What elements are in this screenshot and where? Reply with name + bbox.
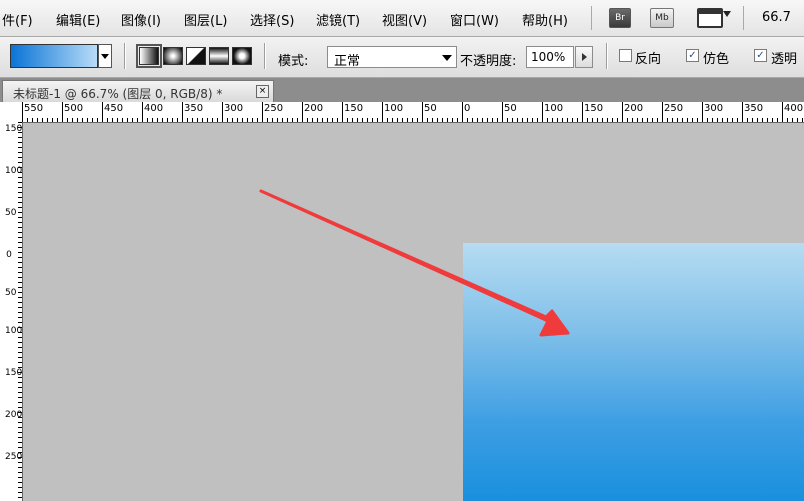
arrow-icon [259, 189, 570, 337]
red-arrow-annotation [259, 189, 570, 337]
